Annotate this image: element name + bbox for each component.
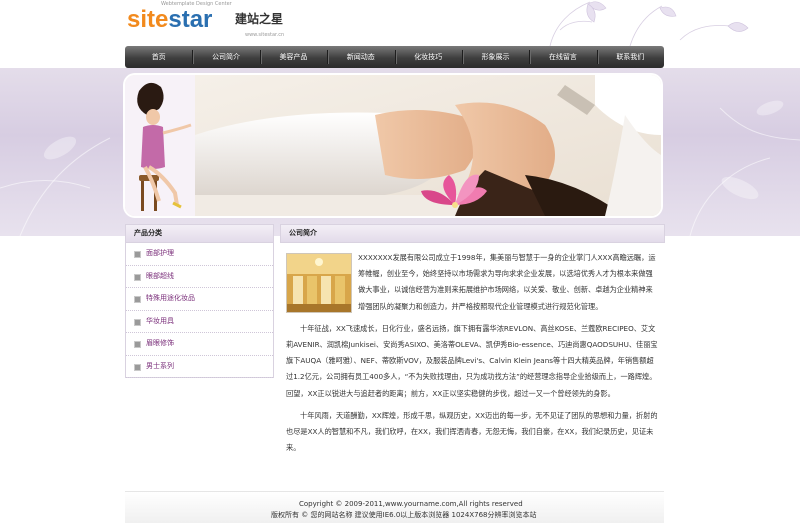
header: Webtemplate Design Center sitestar 建站之星 …	[0, 0, 800, 46]
intro-paragraph-2: 十年征战，XX飞速成长，日化行业，盛名远扬，旗下拥有露华浓REVLON、高丝KO…	[286, 323, 658, 398]
sidebar-item-label: 华妆用具	[146, 316, 174, 325]
company-intro: XXXXXXX发展有限公司成立于1998年，集美丽与智慧于一身的企业掌门人XXX…	[286, 250, 658, 462]
square-bullet-icon	[134, 363, 141, 371]
sidebar-item-label: 特殊用途化妆品	[146, 294, 195, 302]
square-bullet-icon	[134, 296, 141, 303]
square-bullet-icon	[134, 318, 141, 326]
sidebar-item-label: 眼部超线	[146, 271, 174, 280]
main-nav: 首页 公司简介 美容产品 新闻动态 化妆技巧 形象展示 在线留言 联系我们	[125, 46, 664, 68]
logo-star-text: star	[168, 6, 213, 33]
spa-woman-illustration-icon	[125, 75, 661, 216]
sidebar-item-men-series[interactable]: 男士系列	[126, 356, 273, 378]
nav-news[interactable]: 新闻动态	[327, 46, 394, 68]
footer-info: 版权所有 © 您的网站名称 建议使用IE6.0以上版本浏览器 1024X768分…	[271, 511, 537, 519]
sidebar-title: 产品分类	[134, 229, 162, 237]
sidebar-item-brow-eye[interactable]: 眉眼修饰	[126, 333, 273, 356]
logo-chinese-name: 建站之星	[235, 12, 284, 26]
logo-wordmark: sitestar	[127, 6, 212, 34]
square-bullet-icon	[134, 251, 141, 258]
nav-products[interactable]: 美容产品	[259, 46, 327, 68]
nav-home[interactable]: 首页	[125, 46, 192, 68]
sidebar-item-label: 眉眼修饰	[146, 339, 174, 347]
footer-copyright: Copyright © 2009-2011,www.yourname.com,A…	[299, 500, 523, 508]
company-photo-thumbnail	[286, 253, 352, 313]
intro-paragraph-3: 十年风雨，天道酬勤，XX辉煌，形成千思，纵观历史，XX迈出的每一步，无不见证了团…	[286, 410, 658, 453]
square-bullet-icon	[134, 341, 141, 348]
logo-url: www.sitestar.cn	[245, 32, 285, 38]
nav-guestbook[interactable]: 在线留言	[529, 46, 596, 68]
hero-banner	[125, 75, 661, 216]
site-logo[interactable]: Webtemplate Design Center sitestar 建站之星 …	[127, 1, 287, 42]
sidebar-item-label: 男士系列	[146, 361, 174, 370]
product-category-sidebar: 产品分类 面部护理 眼部超线 特殊用途化妆品 华妆用具 眉眼修饰 男士系列	[125, 224, 274, 378]
lily-decoration-icon	[549, 1, 749, 46]
nav-tips[interactable]: 化妆技巧	[394, 46, 462, 68]
nav-gallery[interactable]: 形象展示	[461, 46, 529, 68]
footer: Copyright © 2009-2011,www.yourname.com,A…	[125, 491, 664, 523]
nav-contact[interactable]: 联系我们	[596, 46, 664, 68]
sidebar-item-special-cosmetics[interactable]: 特殊用途化妆品	[126, 288, 273, 311]
sidebar-item-makeup-tools[interactable]: 华妆用具	[126, 311, 273, 333]
sidebar-header: 产品分类	[126, 225, 273, 243]
logo-site-text: site	[127, 6, 169, 33]
sidebar-item-facial-care[interactable]: 面部护理	[126, 243, 273, 266]
square-bullet-icon	[134, 273, 141, 281]
content-header: 公司简介	[280, 224, 665, 243]
content-title: 公司简介	[289, 229, 317, 237]
sidebar-item-label: 面部护理	[146, 249, 174, 257]
nav-about[interactable]: 公司简介	[192, 46, 259, 68]
sidebar-item-eye-care[interactable]: 眼部超线	[126, 266, 273, 288]
